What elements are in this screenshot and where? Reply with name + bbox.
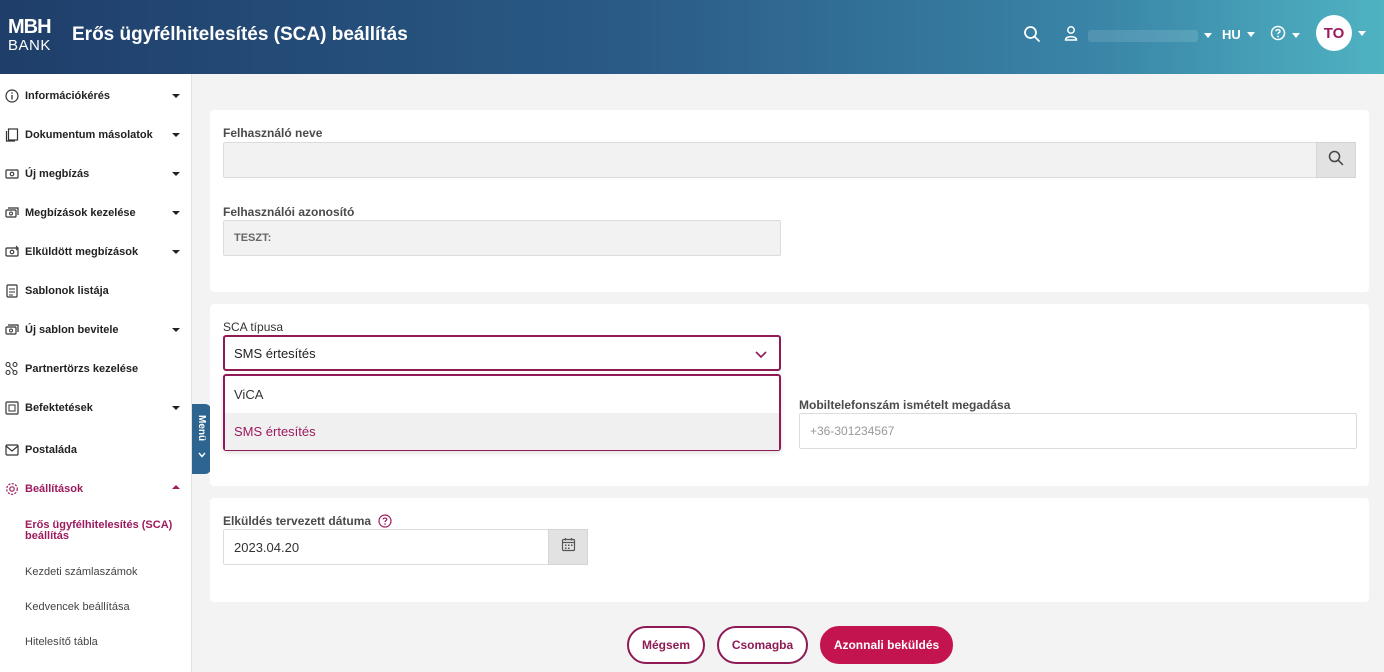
new-template-icon — [4, 322, 19, 337]
sidebar-item-mailbox[interactable]: Postaláda — [0, 430, 192, 469]
sca-type-card: SCA típusa SMS értesítés Mobiltelefonszá… — [210, 304, 1369, 486]
sidebar-item-new-template[interactable]: Új sablon bevitele — [0, 310, 192, 349]
userid-field: TESZT: — [223, 220, 781, 256]
sidebar-item-new-order[interactable]: Új megbízás — [0, 154, 192, 193]
sca-type-label: SCA típusa — [223, 320, 284, 334]
mbh-bank-logo[interactable]: MBH BANK — [8, 17, 58, 53]
sidebar-item-label: Megbízások kezelése — [25, 206, 136, 219]
sidebar-item-settings[interactable]: Beállítások — [0, 469, 192, 508]
send-now-button[interactable]: Azonnali beküldés — [820, 626, 953, 664]
send-date-input[interactable]: 2023.04.20 — [223, 529, 549, 565]
document-copy-icon — [4, 127, 19, 142]
sidebar-item-label: Partnertörzs kezelése — [25, 362, 139, 375]
send-date-label-row: Elküldés tervezett dátuma — [223, 514, 392, 528]
sidebar-item-label: Új megbízás — [25, 167, 90, 180]
username-redacted — [1088, 29, 1198, 42]
sidebar-item-information-request[interactable]: Információkérés — [0, 76, 192, 115]
page-title: Erős ügyfélhitelesítés (SCA) beállítás — [72, 24, 408, 45]
chevron-down-icon — [1358, 30, 1366, 36]
help-icon[interactable] — [378, 514, 392, 528]
user-menu[interactable] — [1064, 25, 1212, 46]
userid-label: Felhasználói azonosító — [223, 205, 355, 219]
sidebar-item-investments[interactable]: Befektetések — [0, 388, 192, 427]
search-icon[interactable] — [1023, 25, 1041, 43]
sca-type-dropdown: ViCA SMS értesítés — [223, 374, 781, 451]
sidebar: Információkérés Dokumentum másolatok Új … — [0, 74, 192, 672]
sca-option-vica[interactable]: ViCA — [225, 376, 779, 413]
chevron-down-icon — [172, 133, 180, 137]
new-order-icon — [4, 166, 19, 181]
sidebar-item-partners[interactable]: Partnertörzs kezelése — [0, 349, 192, 388]
sca-type-select[interactable]: SMS értesítés — [223, 335, 781, 371]
menu-tab-label: Menü — [196, 415, 207, 442]
username-search-button[interactable] — [1316, 142, 1356, 178]
sca-selected-value: SMS értesítés — [234, 345, 316, 361]
date-picker-button[interactable] — [548, 529, 588, 565]
language-selector[interactable]: HU — [1222, 27, 1255, 42]
sidebar-subitem-favorites[interactable]: Kedvencek beállítása — [25, 601, 185, 613]
sidebar-item-label: Új sablon bevitele — [25, 323, 119, 336]
chevron-down-icon — [172, 328, 180, 332]
sidebar-item-label: Postaláda — [25, 443, 77, 456]
cancel-button[interactable]: Mégsem — [627, 626, 705, 664]
user-icon — [1064, 25, 1078, 46]
sidebar-subitem-auth-table[interactable]: Hitelesítő tábla — [25, 636, 185, 648]
sidebar-subitem-sca-settings[interactable]: Erős ügyfélhitelesítés (SCA) beállítás — [25, 520, 185, 542]
username-field[interactable] — [223, 142, 1317, 178]
search-icon — [1328, 150, 1344, 171]
username-label: Felhasználó neve — [223, 126, 323, 140]
logo-line1: MBH — [8, 16, 52, 38]
chevron-down-icon — [172, 250, 180, 254]
avatar-menu[interactable]: TO — [1316, 15, 1366, 51]
chevron-down-icon — [1246, 32, 1255, 37]
chevron-down-icon — [172, 406, 180, 410]
sidebar-item-label: Elküldött megbízások — [25, 245, 139, 258]
logo-line2: BANK — [8, 37, 51, 54]
sca-option-sms[interactable]: SMS értesítés — [225, 413, 779, 450]
sidebar-item-label: Dokumentum másolatok — [25, 128, 153, 141]
sidebar-item-manage-orders[interactable]: Megbízások kezelése — [0, 193, 192, 232]
mobile-repeat-label: Mobiltelefonszám ismételt megadása — [799, 398, 1011, 412]
chevron-down-icon — [172, 94, 180, 98]
user-info-card: Felhasználó neve Felhasználói azonosító … — [210, 110, 1369, 292]
chevron-down-icon — [197, 445, 206, 463]
investments-icon — [4, 400, 19, 415]
package-button[interactable]: Csomagba — [717, 626, 808, 664]
info-icon — [4, 88, 19, 103]
manage-orders-icon — [4, 205, 19, 220]
chevron-down-icon — [755, 347, 767, 362]
sidebar-subitem-initial-accounts[interactable]: Kezdeti számlaszámok — [25, 566, 185, 578]
help-menu[interactable] — [1270, 25, 1300, 46]
partners-icon — [4, 361, 19, 376]
language-label: HU — [1222, 27, 1241, 42]
chevron-down-icon — [172, 211, 180, 215]
mail-icon — [4, 442, 19, 457]
gear-icon — [4, 481, 19, 496]
sidebar-item-sent-orders[interactable]: Elküldött megbízások — [0, 232, 192, 271]
sent-orders-icon — [4, 244, 19, 259]
sidebar-item-label: Beállítások — [25, 482, 84, 495]
template-list-icon — [4, 283, 19, 298]
help-icon — [1270, 25, 1286, 46]
calendar-icon — [561, 537, 576, 557]
sidebar-item-template-list[interactable]: Sablonok listája — [0, 271, 192, 310]
mobile-repeat-input[interactable]: +36-301234567 — [799, 413, 1357, 449]
chevron-up-icon — [172, 485, 180, 489]
avatar: TO — [1316, 15, 1352, 51]
app-header: MBH BANK Erős ügyfélhitelesítés (SCA) be… — [0, 0, 1384, 74]
sidebar-item-label: Információkérés — [25, 89, 110, 102]
sidebar-item-document-copies[interactable]: Dokumentum másolatok — [0, 115, 192, 154]
chevron-down-icon — [1204, 33, 1212, 38]
menu-toggle-tab[interactable]: Menü — [192, 404, 211, 474]
chevron-down-icon — [172, 172, 180, 176]
send-date-label: Elküldés tervezett dátuma — [223, 514, 372, 528]
chevron-down-icon — [1292, 33, 1300, 38]
sidebar-item-label: Befektetések — [25, 401, 93, 414]
send-date-card: Elküldés tervezett dátuma 2023.04.20 — [210, 498, 1369, 602]
sidebar-item-label: Sablonok listája — [25, 284, 109, 297]
